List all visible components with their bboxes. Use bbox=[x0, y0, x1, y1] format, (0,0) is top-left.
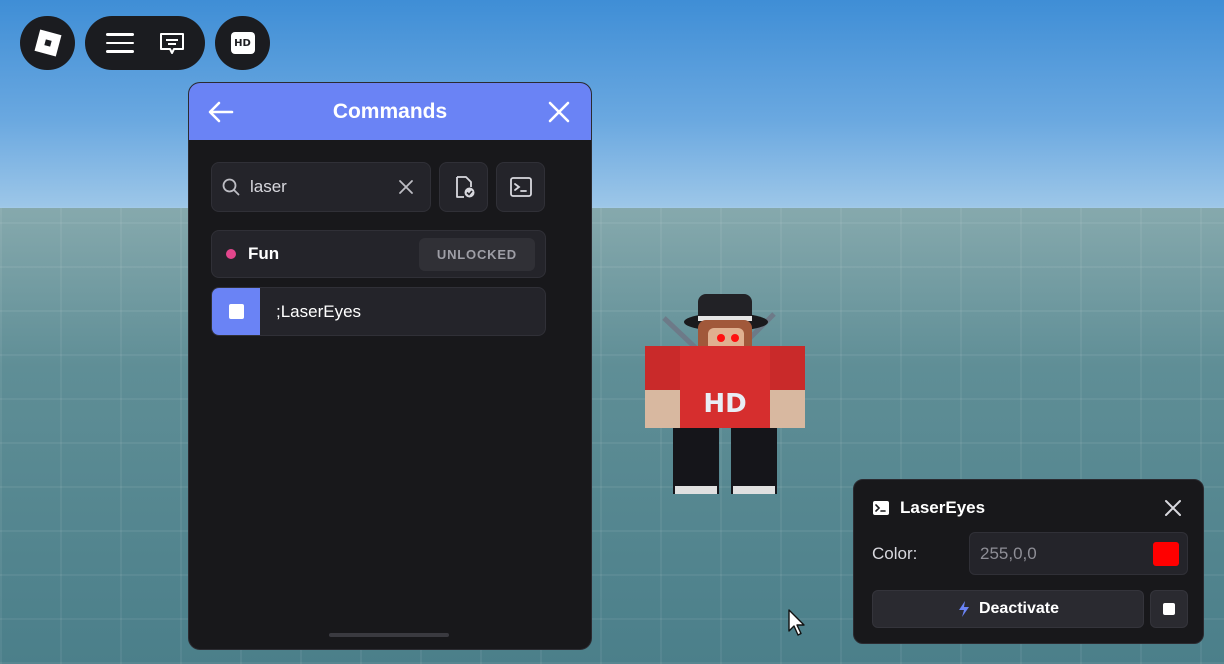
terminal-icon bbox=[873, 501, 889, 515]
hd-badge: HD bbox=[230, 32, 255, 54]
commands-panel-header: Commands bbox=[189, 83, 591, 140]
deactivate-button[interactable]: Deactivate bbox=[872, 590, 1144, 628]
color-label: Color: bbox=[872, 544, 918, 563]
unlocked-badge: UNLOCKED bbox=[418, 237, 535, 271]
command-item-lasereyes[interactable]: ;LaserEyes bbox=[211, 287, 546, 336]
close-icon bbox=[1165, 500, 1181, 516]
stop-button[interactable] bbox=[1150, 590, 1188, 628]
command-label: ;LaserEyes bbox=[276, 301, 362, 321]
close-icon bbox=[399, 180, 413, 194]
search-row bbox=[211, 162, 545, 212]
hd-admin-button[interactable]: HD bbox=[215, 16, 270, 70]
search-icon bbox=[222, 178, 240, 196]
hamburger-menu-icon[interactable] bbox=[105, 33, 134, 53]
category-dot bbox=[226, 249, 236, 259]
category-label: Fun bbox=[248, 244, 280, 263]
deactivate-label: Deactivate bbox=[978, 600, 1060, 617]
scroll-handle[interactable] bbox=[329, 633, 449, 637]
color-input[interactable]: 255,0,0 bbox=[969, 532, 1188, 575]
search-box bbox=[211, 162, 431, 212]
panel-title: Commands bbox=[332, 99, 448, 123]
close-lasereyes-button[interactable] bbox=[1159, 494, 1187, 522]
lasereyes-header: LaserEyes bbox=[872, 494, 1187, 522]
clear-search-button[interactable] bbox=[392, 173, 420, 201]
stop-icon bbox=[1163, 603, 1175, 615]
mouse-cursor-icon bbox=[788, 609, 808, 641]
lasereyes-panel: LaserEyes Color: 255,0,0 Deactivate bbox=[853, 479, 1204, 644]
back-button[interactable] bbox=[207, 98, 235, 126]
commands-panel: Commands laser Fun UNLOCKED ;LaserEyes bbox=[188, 82, 592, 650]
file-check-button[interactable] bbox=[439, 162, 488, 212]
close-panel-button[interactable] bbox=[545, 98, 573, 126]
shirt-logo: HD bbox=[703, 389, 746, 419]
chat-icon[interactable] bbox=[159, 32, 185, 54]
file-check-icon bbox=[455, 176, 474, 198]
close-icon bbox=[548, 101, 570, 122]
player-avatar: HD bbox=[640, 290, 810, 500]
color-value: 255,0,0 bbox=[980, 543, 1037, 563]
arrow-left-icon bbox=[208, 101, 234, 122]
roblox-logo-icon bbox=[34, 29, 61, 57]
roblox-menu-button[interactable] bbox=[20, 16, 75, 70]
search-input[interactable] bbox=[248, 176, 392, 198]
command-checkbox[interactable] bbox=[212, 288, 260, 335]
topbar-group bbox=[85, 16, 205, 70]
lasereyes-title: LaserEyes bbox=[900, 498, 986, 517]
terminal-button[interactable] bbox=[496, 162, 545, 212]
category-fun[interactable]: Fun UNLOCKED bbox=[211, 230, 546, 278]
terminal-icon bbox=[509, 177, 532, 197]
lightning-icon bbox=[958, 601, 969, 617]
color-swatch[interactable] bbox=[1153, 541, 1179, 566]
checkbox-square-icon bbox=[228, 304, 244, 319]
